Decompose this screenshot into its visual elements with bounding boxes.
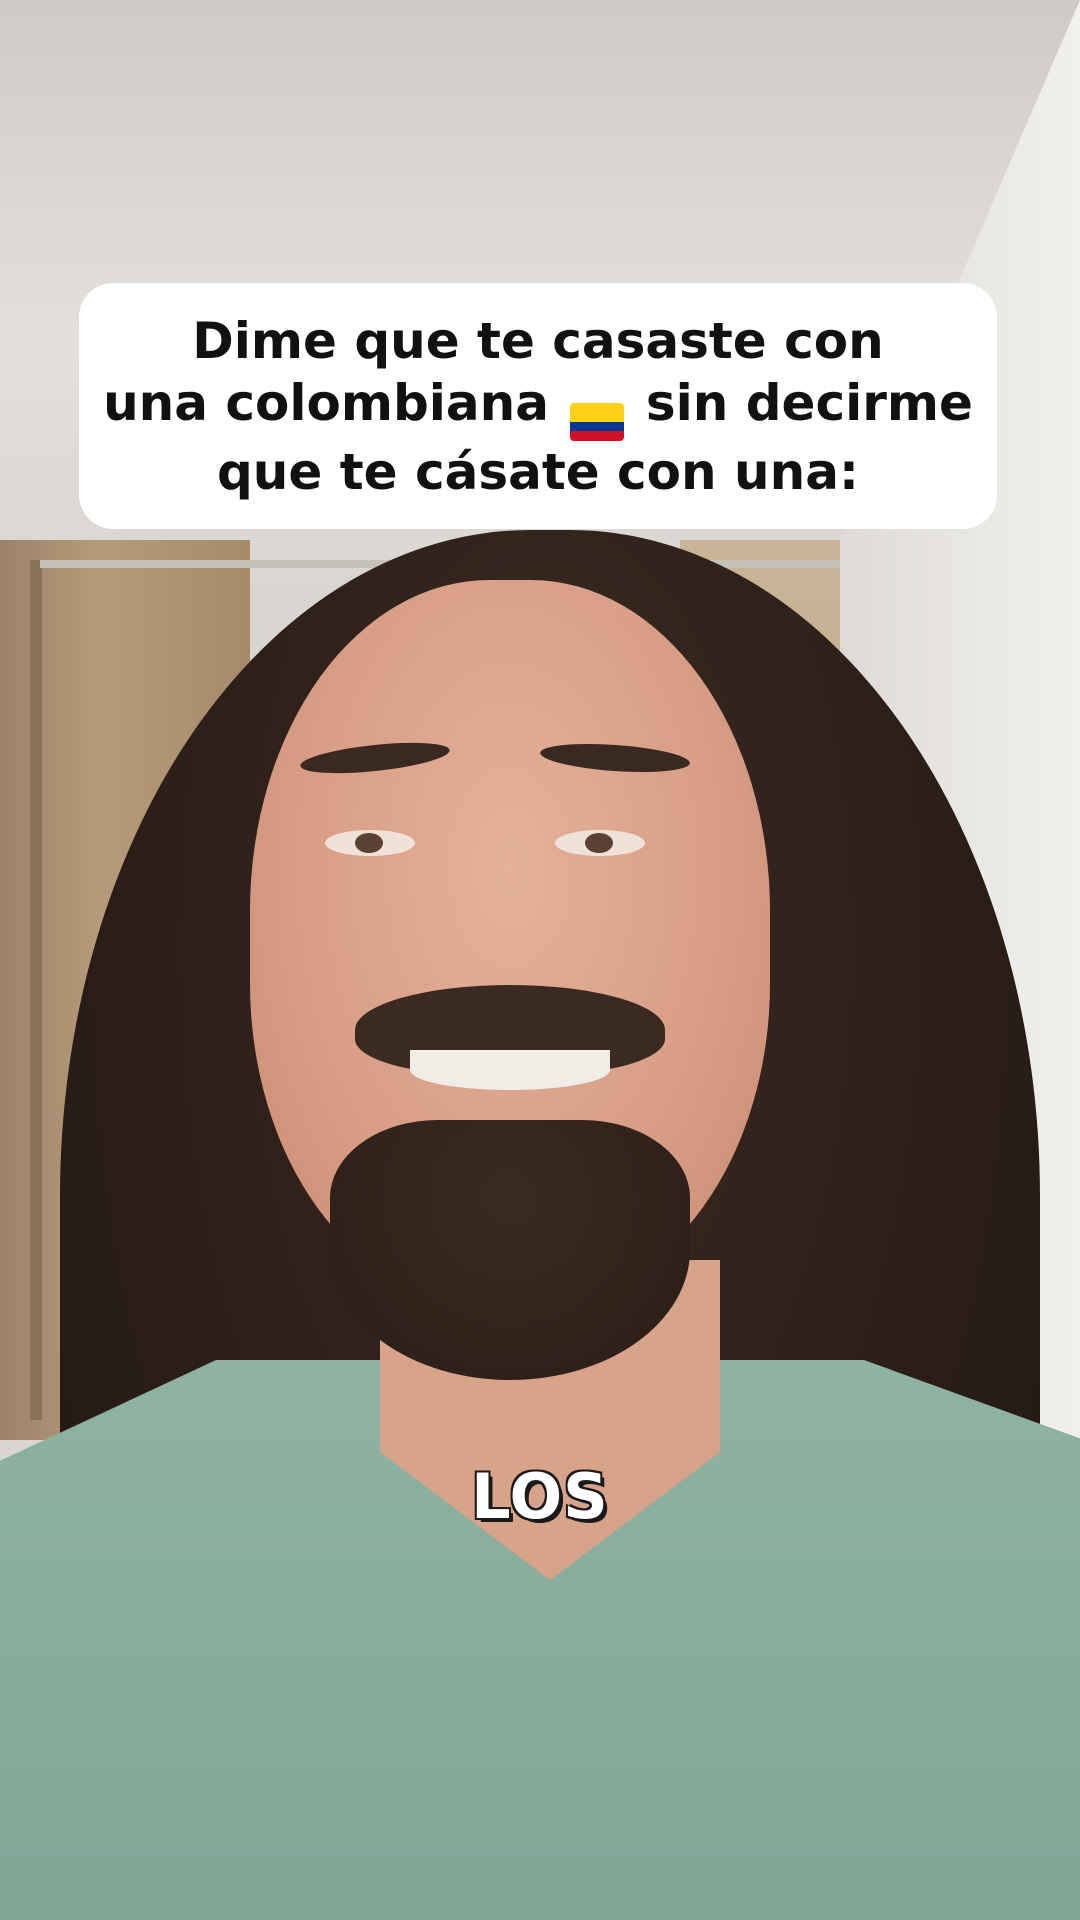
- beard: [330, 1120, 690, 1380]
- caption-box: Dime que te casaste con una colombiana s…: [79, 283, 997, 529]
- flag-stripe-yellow: [570, 402, 625, 422]
- flag-stripe-blue: [570, 421, 625, 431]
- caption-line-1: Dime que te casaste con: [192, 311, 884, 370]
- left-eye: [325, 830, 415, 856]
- flag-stripe-red: [570, 431, 625, 441]
- door-frame: [30, 560, 42, 1420]
- colombia-flag-icon: [570, 402, 625, 441]
- caption-line-2-end: sin decirme: [645, 373, 973, 432]
- caption-line-3: que te cásate con una:: [217, 442, 859, 501]
- right-eye: [555, 830, 645, 856]
- smile: [410, 1050, 610, 1090]
- spoken-subtitle: LOS: [471, 1460, 609, 1533]
- caption-text: Dime que te casaste con una colombiana s…: [98, 310, 978, 503]
- caption-line-2-start: una colombiana: [103, 373, 550, 432]
